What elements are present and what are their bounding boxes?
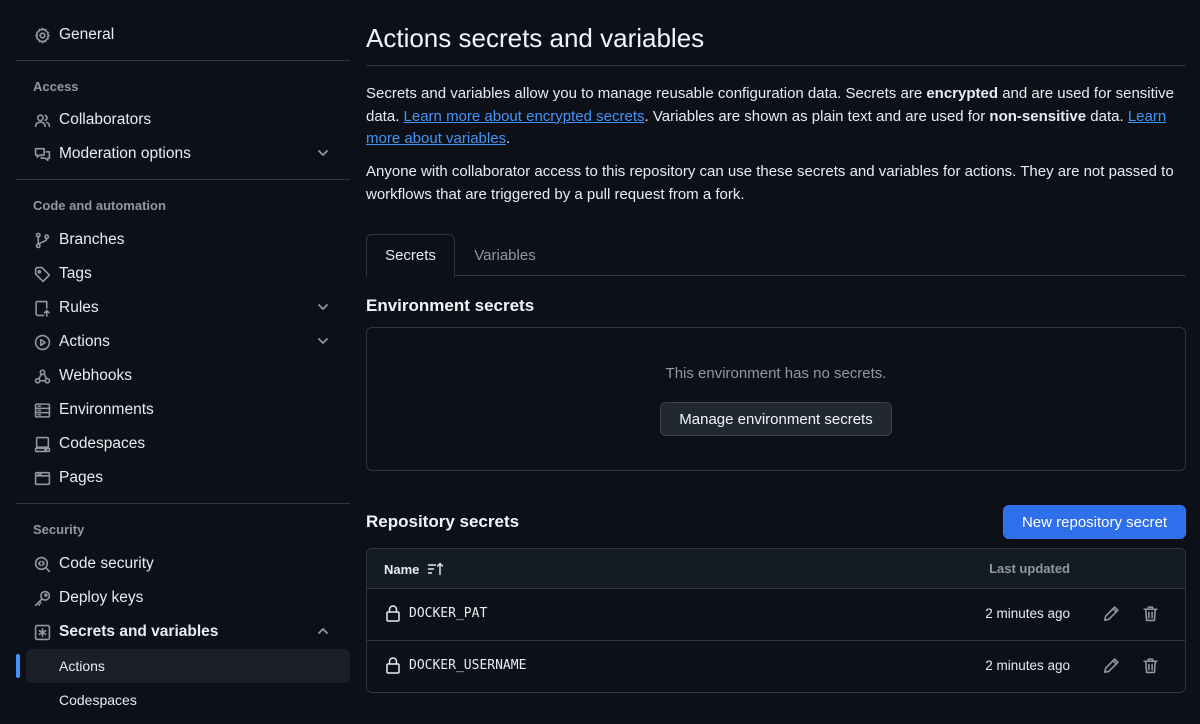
repository-secrets-table: Name Last updated DOCKER_PAT 2 minutes a… bbox=[366, 548, 1186, 693]
codespaces-icon bbox=[33, 435, 51, 453]
section-heading-code-automation: Code and automation bbox=[33, 198, 166, 213]
browser-icon bbox=[33, 469, 51, 487]
sidebar-subitem-actions[interactable]: Actions bbox=[26, 649, 350, 683]
tab-variables[interactable]: Variables bbox=[455, 234, 555, 276]
intro-text: Secrets and variables allow you to manag… bbox=[366, 85, 927, 102]
sidebar-item-label: Actions bbox=[59, 333, 110, 350]
trash-icon[interactable] bbox=[1142, 657, 1160, 675]
repository-secrets-heading: Repository secrets bbox=[366, 512, 520, 531]
sidebar-item-actions[interactable]: Actions bbox=[16, 325, 350, 359]
tab-bar: Secrets Variables bbox=[366, 234, 1186, 277]
people-icon bbox=[33, 111, 51, 129]
sort-icon[interactable] bbox=[427, 561, 445, 577]
sidebar-item-label: Codespaces bbox=[59, 692, 137, 708]
sidebar-item-code-security[interactable]: Code security bbox=[16, 547, 350, 581]
intro-text: . Variables are shown as plain text and … bbox=[644, 107, 990, 125]
sidebar-item-tags[interactable]: Tags bbox=[16, 257, 350, 291]
sidebar-item-general[interactable]: General bbox=[16, 18, 350, 52]
secret-name: DOCKER_USERNAME bbox=[409, 658, 527, 673]
chevron-down-icon[interactable] bbox=[316, 146, 330, 160]
server-icon bbox=[33, 401, 51, 419]
pencil-icon[interactable] bbox=[1103, 605, 1121, 623]
intro-emphasis: non-sensitive bbox=[989, 107, 1087, 125]
repo-push-icon bbox=[33, 299, 51, 317]
access-note: Anyone with collaborator access to this … bbox=[366, 163, 1174, 203]
section-heading-security: Security bbox=[33, 522, 85, 537]
sidebar-item-label: Webhooks bbox=[59, 367, 132, 384]
secret-name: DOCKER_PAT bbox=[409, 606, 488, 621]
sidebar-item-label: Pages bbox=[59, 469, 103, 486]
table-header: Name Last updated bbox=[367, 549, 1185, 589]
comment-discussion-icon bbox=[33, 145, 51, 163]
chevron-down-icon[interactable] bbox=[316, 334, 330, 348]
chevron-up-icon[interactable] bbox=[316, 624, 330, 638]
tab-secrets[interactable]: Secrets bbox=[366, 234, 455, 277]
sidebar-divider bbox=[16, 503, 350, 504]
webhook-icon bbox=[33, 367, 51, 385]
sidebar-item-label: Environments bbox=[59, 401, 154, 418]
learn-more-secrets-link[interactable]: Learn more about encrypted secrets bbox=[404, 108, 645, 125]
play-icon bbox=[33, 333, 51, 351]
intro-emphasis: encrypted bbox=[926, 85, 999, 102]
sidebar-item-label: Actions bbox=[59, 658, 105, 674]
sidebar-item-pages[interactable]: Pages bbox=[16, 461, 350, 495]
column-header-name: Name bbox=[384, 561, 445, 577]
sidebar-item-moderation[interactable]: Moderation options bbox=[16, 137, 350, 171]
lock-icon bbox=[385, 656, 401, 674]
key-icon bbox=[33, 589, 51, 607]
pencil-icon[interactable] bbox=[1103, 657, 1121, 675]
sidebar-item-rules[interactable]: Rules bbox=[16, 291, 350, 325]
asterisk-box-icon bbox=[33, 623, 51, 641]
sidebar-item-label: Collaborators bbox=[59, 111, 152, 128]
settings-sidebar: General Access Collaborators Moderation … bbox=[16, 0, 350, 724]
trash-icon[interactable] bbox=[1142, 605, 1160, 623]
new-repository-secret-button[interactable]: New repository secret bbox=[1003, 505, 1186, 539]
codescan-icon bbox=[33, 555, 51, 573]
sidebar-item-collaborators[interactable]: Collaborators bbox=[16, 103, 350, 137]
secret-updated: 2 minutes ago bbox=[985, 658, 1070, 673]
table-row: DOCKER_PAT 2 minutes ago bbox=[367, 589, 1185, 641]
sidebar-item-secrets-variables[interactable]: Secrets and variables bbox=[16, 615, 350, 649]
manage-environment-secrets-button[interactable]: Manage environment secrets bbox=[660, 402, 892, 436]
chevron-down-icon[interactable] bbox=[316, 300, 330, 314]
sidebar-item-label: Tags bbox=[59, 265, 92, 282]
intro-text: . bbox=[506, 130, 511, 147]
intro-paragraph: Secrets and variables allow you to manag… bbox=[366, 83, 1181, 151]
intro-text: data. bbox=[1086, 107, 1128, 125]
tag-icon bbox=[33, 265, 51, 283]
sidebar-item-branches[interactable]: Branches bbox=[16, 223, 350, 257]
lock-icon bbox=[385, 604, 401, 622]
sidebar-item-label: General bbox=[59, 26, 115, 43]
sidebar-item-label: Code security bbox=[59, 555, 154, 572]
gear-icon bbox=[33, 26, 51, 44]
environment-secrets-box: This environment has no secrets. Manage … bbox=[366, 327, 1186, 471]
section-heading-access: Access bbox=[33, 79, 79, 94]
table-row: DOCKER_USERNAME 2 minutes ago bbox=[367, 641, 1185, 692]
sidebar-item-label: Secrets and variables bbox=[59, 623, 219, 640]
column-header-last-updated: Last updated bbox=[989, 561, 1070, 576]
sidebar-item-environments[interactable]: Environments bbox=[16, 393, 350, 427]
sidebar-item-label: Branches bbox=[59, 231, 125, 248]
empty-state-text: This environment has no secrets. bbox=[665, 365, 887, 382]
sidebar-item-label: Deploy keys bbox=[59, 589, 144, 606]
column-header-label: Name bbox=[384, 561, 420, 577]
sidebar-subitem-codespaces[interactable]: Codespaces bbox=[26, 683, 350, 717]
sidebar-item-codespaces[interactable]: Codespaces bbox=[16, 427, 350, 461]
sidebar-item-label: Moderation options bbox=[59, 145, 191, 162]
secret-updated: 2 minutes ago bbox=[985, 606, 1070, 621]
sidebar-item-deploy-keys[interactable]: Deploy keys bbox=[16, 581, 350, 615]
git-branch-icon bbox=[33, 231, 51, 249]
environment-secrets-heading: Environment secrets bbox=[366, 296, 535, 315]
sidebar-item-label: Rules bbox=[59, 299, 99, 316]
sidebar-item-label: Codespaces bbox=[59, 435, 146, 452]
page-title: Actions secrets and variables bbox=[366, 23, 705, 53]
sidebar-divider bbox=[16, 179, 350, 180]
title-divider bbox=[366, 65, 1186, 66]
sidebar-item-webhooks[interactable]: Webhooks bbox=[16, 359, 350, 393]
main-content: Actions secrets and variables Secrets an… bbox=[366, 0, 1186, 724]
active-indicator bbox=[16, 654, 20, 678]
sidebar-divider bbox=[16, 60, 350, 61]
